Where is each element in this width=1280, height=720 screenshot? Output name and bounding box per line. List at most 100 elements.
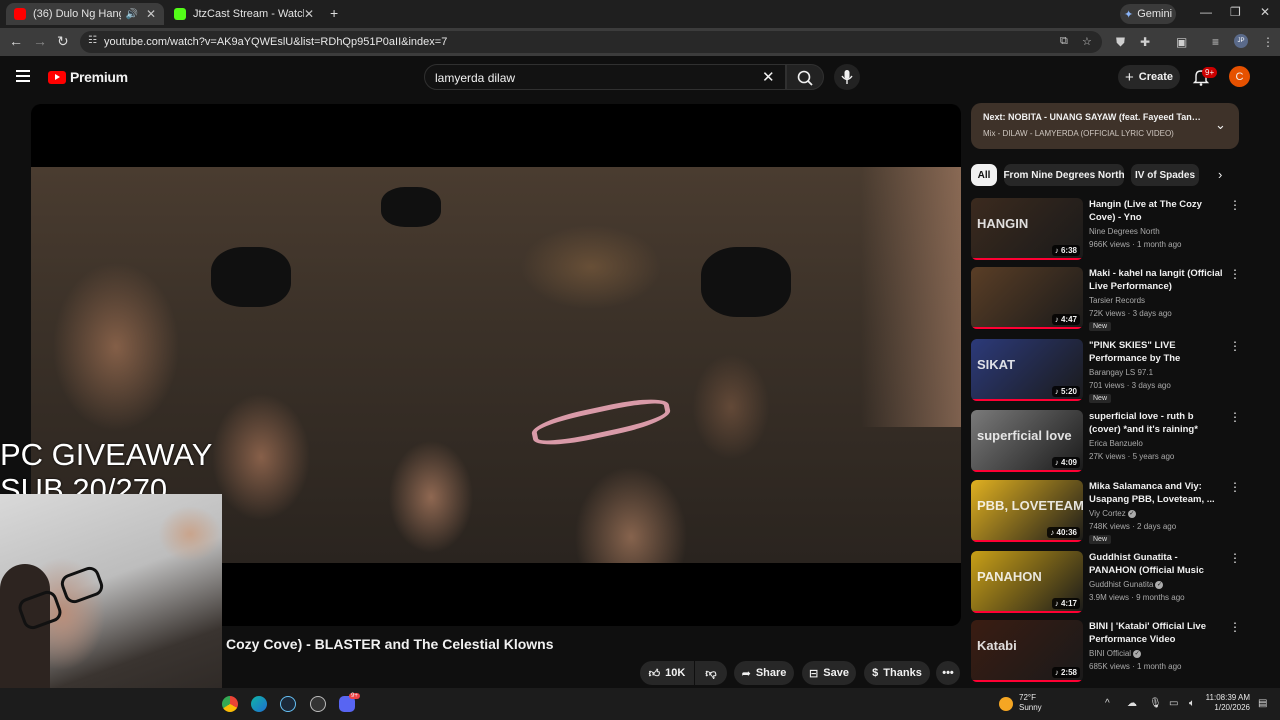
chrome-icon[interactable] (222, 696, 238, 712)
account-avatar[interactable]: C (1229, 66, 1250, 87)
watch-progress-bar (971, 399, 1083, 401)
channel-name[interactable]: Tarsier Records (1089, 296, 1145, 305)
reading-list-icon[interactable]: ≡ (1212, 35, 1219, 49)
like-button[interactable]: 👍︎ 10K (640, 661, 694, 685)
bookmark-star-icon[interactable]: ☆ (1082, 35, 1092, 48)
restore-icon[interactable]: ❐ (1230, 5, 1241, 19)
more-options-icon[interactable]: ⋮ (1229, 480, 1241, 494)
close-window-icon[interactable]: ✕ (1260, 5, 1270, 19)
video-thumbnail[interactable]: ♪ 4:47 (971, 267, 1083, 329)
dislike-button[interactable]: 👎︎ (695, 661, 727, 685)
related-video-item[interactable]: HANGIN ♪ 6:38 Hangin (Live at The Cozy Cov… (971, 198, 1241, 262)
more-actions-button[interactable]: ••• (936, 661, 960, 685)
related-video-item[interactable]: ♪ 4:47 Maki - kahel na langit (Official L… (971, 267, 1241, 331)
extensions-puzzle-icon[interactable]: ✚ (1140, 35, 1150, 49)
thumbnail-text: PBB, LOVETEAM, CHIS (977, 498, 1083, 513)
video-item-title[interactable]: Maki - kahel na langit (Official Live Pe… (1089, 267, 1225, 293)
video-item-title[interactable]: Hangin (Live at The Cozy Cove) - Yno (1089, 198, 1225, 224)
channel-name[interactable]: BINI Official ✓ (1089, 649, 1142, 658)
video-item-title[interactable]: superficial love - ruth b (cover) *and i… (1089, 410, 1225, 436)
chip-all[interactable]: All (971, 164, 997, 186)
video-thumbnail[interactable]: Katabi ♪ 2:58 (971, 620, 1083, 682)
hamburger-menu-icon[interactable] (16, 70, 30, 82)
channel-name[interactable]: Viy Cortez ✓ (1089, 509, 1136, 518)
related-video-item[interactable]: SIKAT ♪ 5:20 "PINK SKIES" LIVE Performance… (971, 339, 1241, 403)
address-bar[interactable]: ☷ youtube.com/watch?v=AK9aYQWEslU&list=R… (80, 31, 1102, 53)
channel-name[interactable]: Nine Degrees North (1089, 227, 1160, 236)
up-next-subtitle: Mix - DILAW - LAMYERDA (OFFICIAL LYRIC V… (983, 129, 1174, 138)
search-button[interactable] (786, 64, 824, 90)
save-button[interactable]: ⊟ Save (802, 661, 856, 685)
audio-playing-icon[interactable]: 🔊 (125, 9, 137, 20)
network-icon[interactable]: ▭ (1169, 698, 1178, 709)
onedrive-icon[interactable]: ☁ (1127, 698, 1137, 709)
browser-menu-icon[interactable]: ⋮ (1262, 35, 1274, 49)
video-item-title[interactable]: BINI | 'Katabi' Official Live Performanc… (1089, 620, 1225, 646)
video-item-title[interactable]: "PINK SKIES" LIVE Performance by The Blo… (1089, 339, 1225, 366)
channel-name[interactable]: Guddhist Gunatita ✓ (1089, 580, 1164, 589)
video-thumbnail[interactable]: SIKAT ♪ 5:20 (971, 339, 1083, 401)
edge-icon[interactable] (251, 696, 267, 712)
voice-search-button[interactable] (834, 64, 860, 90)
video-thumbnail[interactable]: PANAHON ♪ 4:17 (971, 551, 1083, 613)
reload-icon[interactable]: ↻ (57, 33, 69, 50)
video-thumbnail[interactable]: PBB, LOVETEAM, CHIS ♪ 40:36 (971, 480, 1083, 542)
more-options-icon[interactable]: ⋮ (1229, 267, 1241, 281)
notification-center-icon[interactable]: ▤ (1258, 698, 1267, 709)
more-options-icon[interactable]: ⋮ (1229, 410, 1241, 424)
watch-progress-bar (971, 680, 1083, 682)
chip-iv-of-spades[interactable]: IV of Spades (1131, 164, 1199, 186)
chevron-down-icon[interactable]: ⌄ (1215, 117, 1226, 133)
more-options-icon[interactable]: ⋮ (1229, 551, 1241, 565)
video-item-title[interactable]: Guddhist Gunatita - PANAHON (Official Mu… (1089, 551, 1225, 578)
video-item-title[interactable]: Mika Salamanca and Viy: Usapang PBB, Lov… (1089, 480, 1225, 506)
related-video-item[interactable]: PBB, LOVETEAM, CHIS ♪ 40:36 Mika Salamanca… (971, 480, 1241, 544)
chip-from-nine-degrees-north[interactable]: From Nine Degrees North (1003, 164, 1125, 186)
up-next-panel[interactable]: Next: NOBITA - UNANG SAYAW (feat. Fayeed… (971, 103, 1239, 149)
search-icon (797, 70, 813, 86)
duration-text: 40:36 (1056, 528, 1077, 537)
create-button[interactable]: + Create (1118, 65, 1180, 89)
forward-icon[interactable]: → (33, 33, 47, 49)
video-thumbnail[interactable]: superficial love ♪ 4:09 (971, 410, 1083, 472)
video-thumbnail[interactable]: HANGIN ♪ 6:38 (971, 198, 1083, 260)
related-video-item[interactable]: PANAHON ♪ 4:17 Guddhist Gunatita - PANAHON… (971, 551, 1241, 615)
clear-search-icon[interactable]: ✕ (762, 68, 775, 86)
browser-profile-avatar[interactable]: JP (1234, 34, 1248, 48)
cast-icon[interactable]: ⧉ (1060, 35, 1068, 48)
new-tab-icon[interactable]: + (330, 5, 338, 21)
duration-text: 4:17 (1060, 599, 1077, 608)
more-options-icon[interactable]: ⋮ (1229, 198, 1241, 212)
sunny-weather-icon[interactable] (999, 697, 1013, 711)
obs-icon[interactable] (310, 696, 326, 712)
tray-overflow-icon[interactable]: ^ (1105, 698, 1110, 709)
duration-text: 4:09 (1060, 458, 1077, 467)
chevron-right-icon[interactable]: › (1218, 167, 1222, 182)
more-options-icon[interactable]: ⋮ (1229, 620, 1241, 634)
new-badge: New (1089, 535, 1112, 544)
youtube-premium-logo[interactable]: Premium (48, 69, 128, 85)
close-tab-icon[interactable]: ✕ (304, 7, 314, 21)
related-video-item[interactable]: superficial love ♪ 4:09 superficial love -… (971, 410, 1241, 474)
site-info-icon[interactable]: ☷ (88, 35, 97, 46)
microphone-tray-icon[interactable]: 🎙︎ (1149, 698, 1162, 709)
more-options-icon[interactable]: ⋮ (1229, 339, 1241, 353)
back-icon[interactable]: ← (9, 33, 23, 49)
shield-extension-icon[interactable]: ⛊ (1116, 35, 1125, 50)
channel-name[interactable]: Barangay LS 97.1 (1089, 368, 1153, 377)
split-view-icon[interactable]: ▣ (1176, 35, 1187, 49)
steam-icon[interactable] (280, 696, 296, 712)
minimize-icon[interactable]: — (1200, 5, 1212, 19)
gemini-button[interactable]: ✦ Gemini (1120, 4, 1176, 24)
channel-name[interactable]: Erica Banzuelo (1089, 439, 1143, 448)
related-video-item[interactable]: Katabi ♪ 2:58 BINI | 'Katabi' Official Liv… (971, 620, 1241, 684)
browser-tab-jtzcast[interactable]: JtzCast Stream - Watch Live on ✕ (166, 3, 322, 25)
share-button[interactable]: ➦ Share (734, 661, 794, 685)
browser-tab-youtube[interactable]: (36) Dulo Ng Hangganan (I 🔊 ✕ (6, 3, 164, 25)
close-tab-icon[interactable]: ✕ (146, 7, 156, 21)
weather-widget[interactable]: 72°F Sunny (1019, 693, 1042, 713)
thanks-button[interactable]: $ Thanks (864, 661, 930, 685)
search-input[interactable]: lamyerda dilaw (424, 64, 786, 90)
video-meta: 966K views · 1 month ago (1089, 240, 1182, 249)
system-clock[interactable]: 11:08:39 AM 1/20/2026 (1190, 693, 1250, 713)
